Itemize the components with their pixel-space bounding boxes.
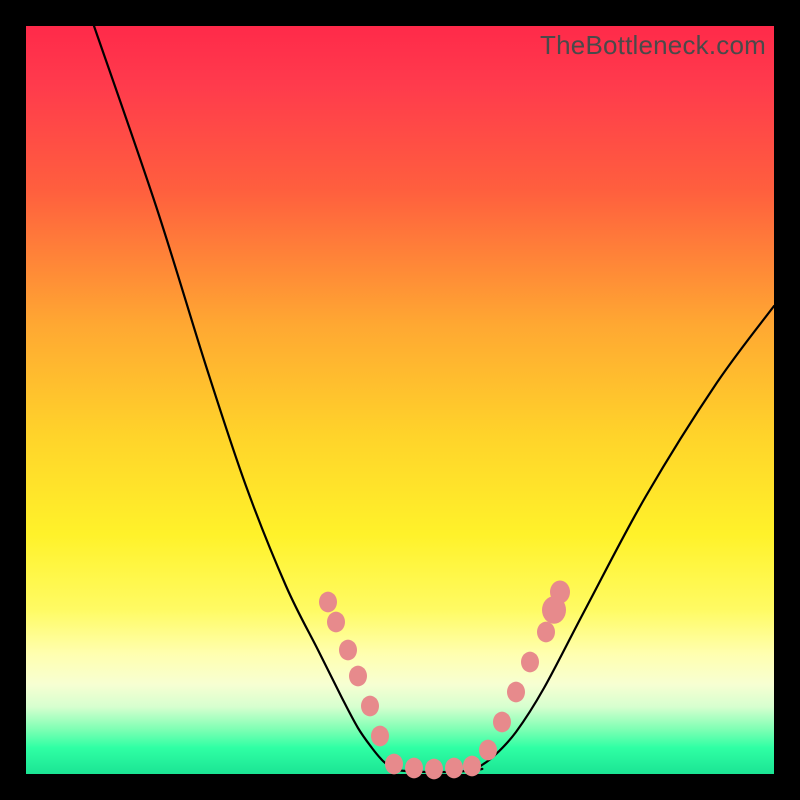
bead-marker <box>479 740 497 761</box>
bead-marker <box>537 622 555 643</box>
bead-marker <box>463 756 481 777</box>
bead-marker <box>385 754 403 775</box>
bead-marker <box>507 682 525 703</box>
bead-marker <box>425 759 443 780</box>
bead-marker <box>371 726 389 747</box>
bead-marker <box>349 666 367 687</box>
bead-group <box>319 581 570 780</box>
bead-marker <box>445 758 463 779</box>
plot-area: TheBottleneck.com <box>26 26 774 774</box>
bottleneck-curve <box>94 26 774 772</box>
bead-marker <box>521 652 539 673</box>
chart-frame: TheBottleneck.com <box>0 0 800 800</box>
bead-marker <box>405 758 423 779</box>
bead-marker <box>493 712 511 733</box>
curve-svg <box>26 26 774 774</box>
bead-marker <box>550 581 570 604</box>
bead-marker <box>339 640 357 661</box>
bead-marker <box>361 696 379 717</box>
bead-marker <box>327 612 345 633</box>
bead-marker <box>319 592 337 613</box>
